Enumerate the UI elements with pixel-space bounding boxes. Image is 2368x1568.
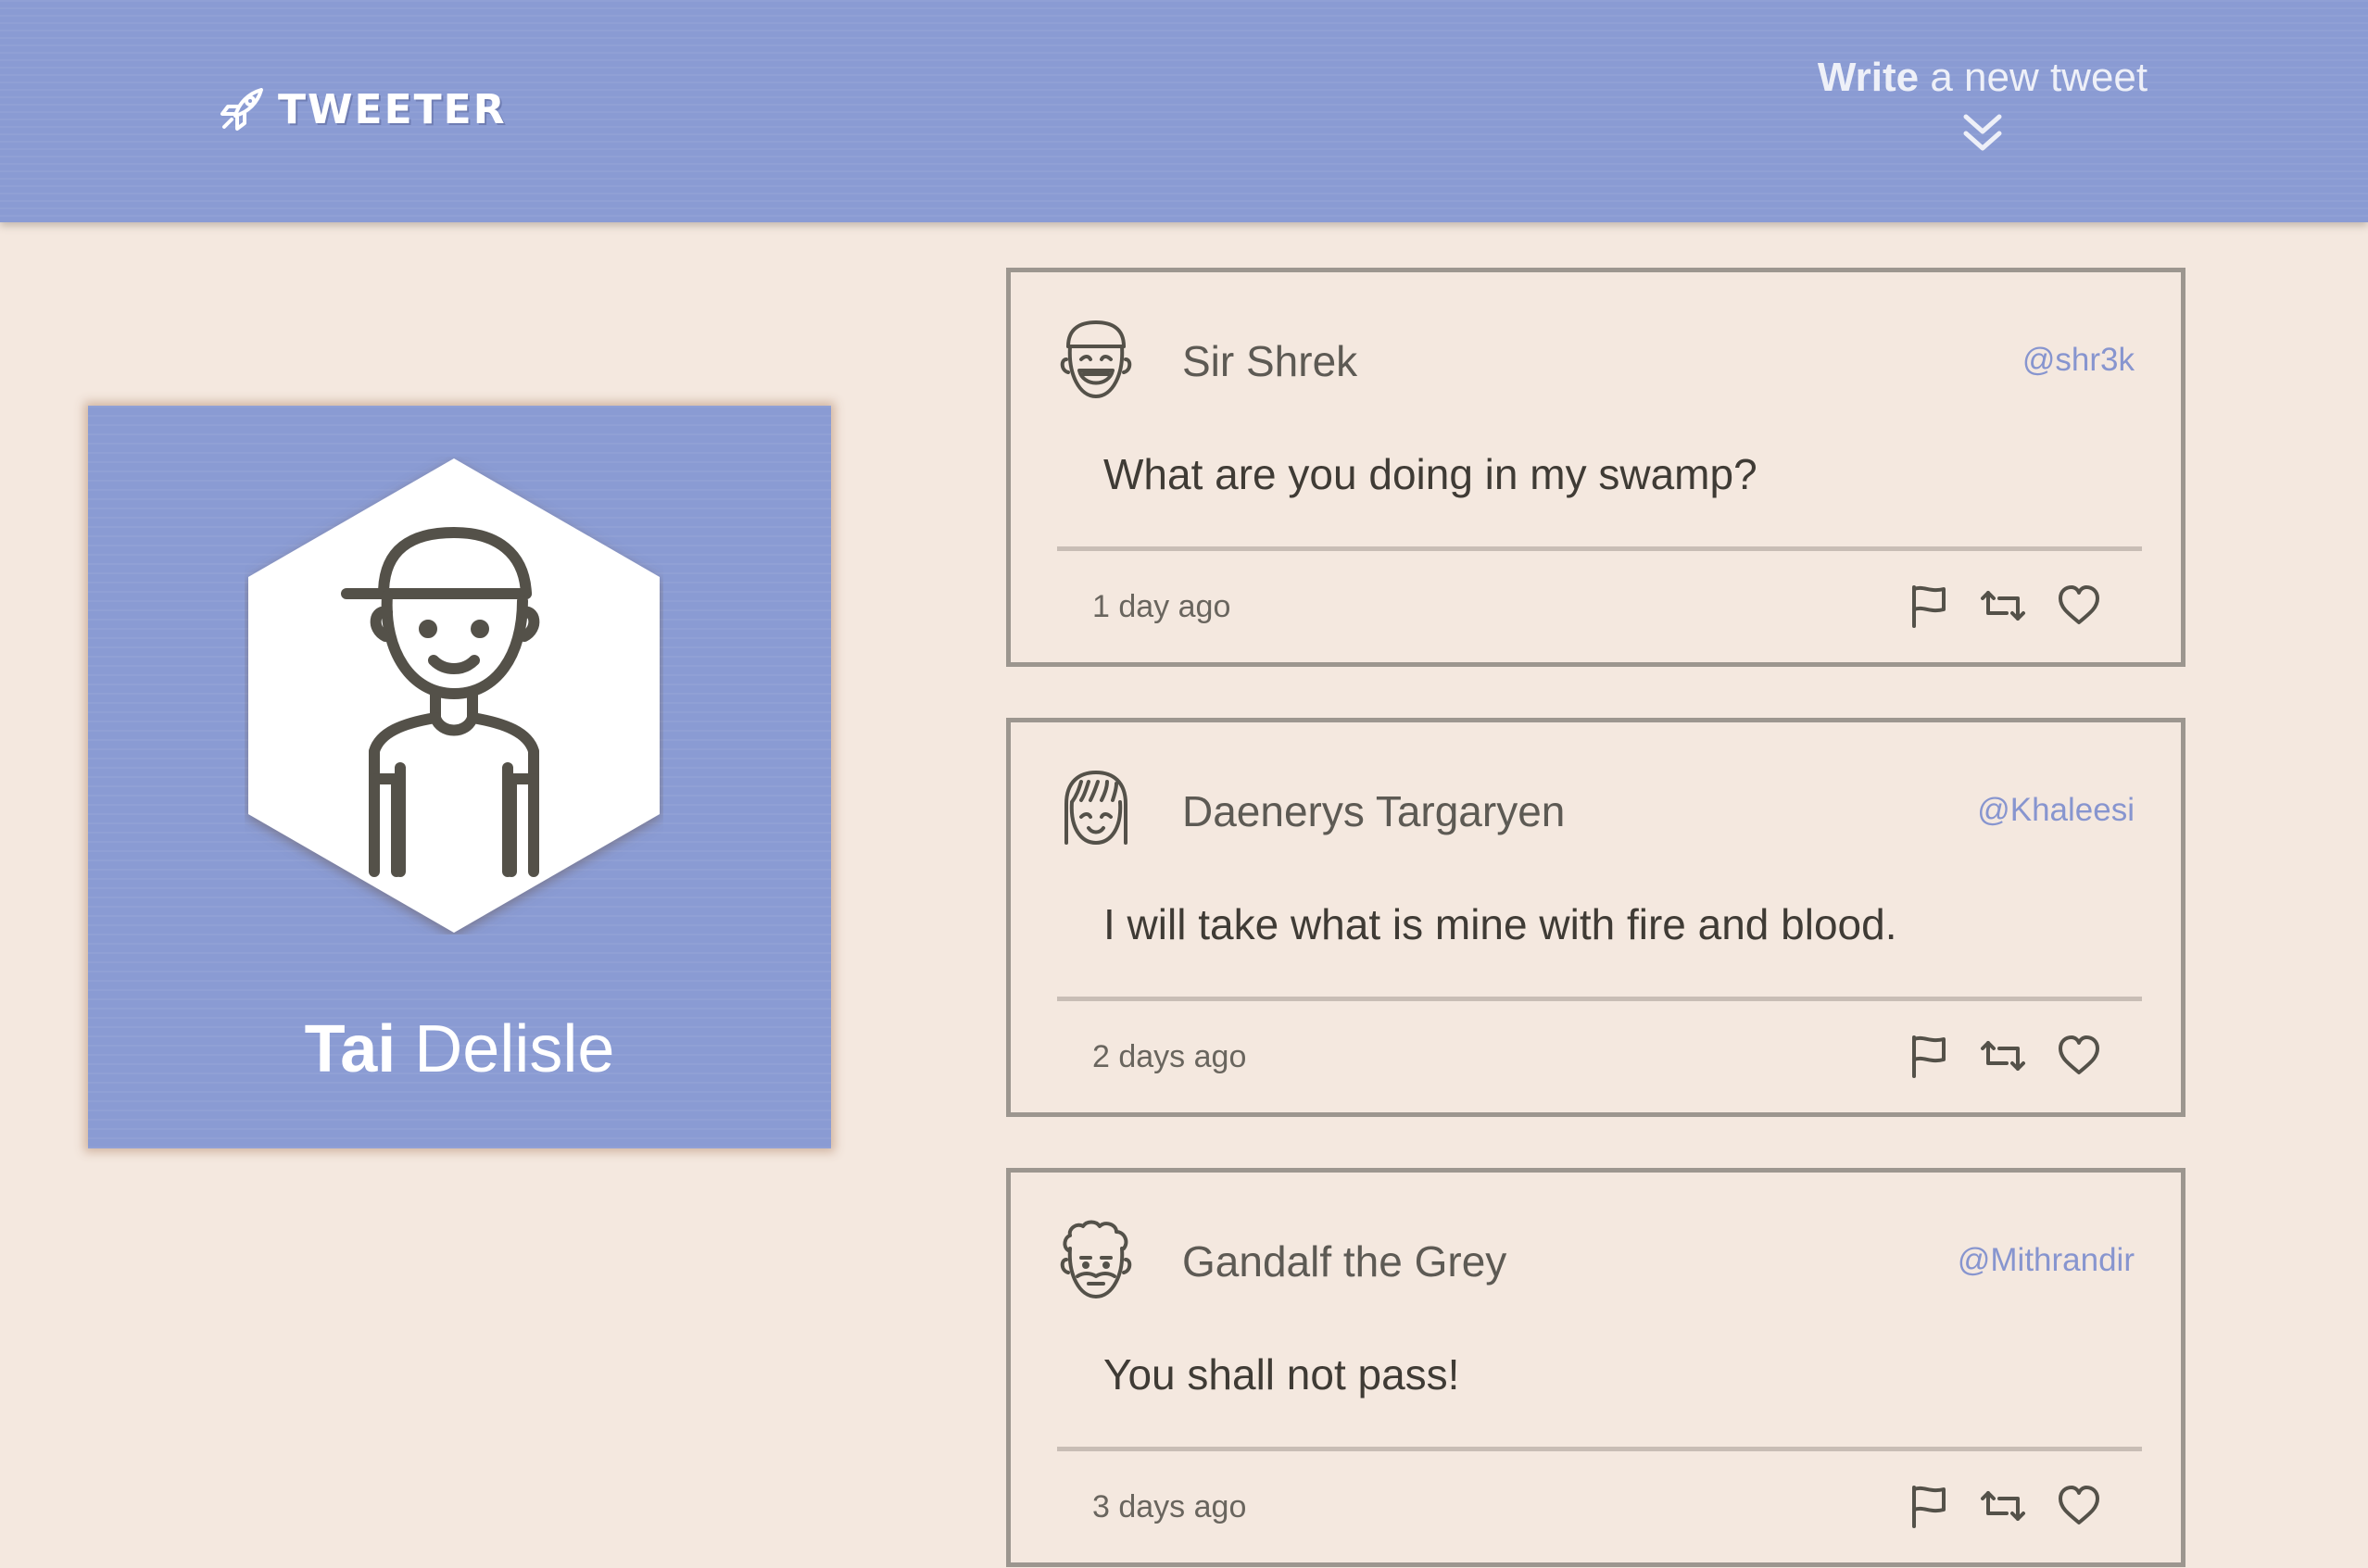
tweet-actions bbox=[1905, 1032, 2109, 1084]
profile-last-name: Delisle bbox=[396, 1012, 615, 1086]
tweet-card: Gandalf the Grey @Mithrandir You shall n… bbox=[1006, 1168, 2185, 1567]
double-chevron-down-icon bbox=[1962, 111, 2003, 154]
heart-icon[interactable] bbox=[2055, 1032, 2103, 1080]
tweet-text: You shall not pass! bbox=[1103, 1350, 1460, 1399]
flag-icon[interactable] bbox=[1905, 1482, 1953, 1530]
tweet-text: What are you doing in my swamp? bbox=[1103, 450, 1757, 498]
tweet-divider bbox=[1057, 546, 2142, 551]
retweet-icon[interactable] bbox=[1979, 1482, 2027, 1530]
tweet-timestamp: 2 days ago bbox=[1092, 1039, 1247, 1074]
tweet-author[interactable]: Sir Shrek bbox=[1182, 335, 1357, 387]
tweet-actions bbox=[1905, 582, 2109, 633]
curly-haired-man-icon bbox=[1059, 1219, 1133, 1300]
tweet-actions bbox=[1905, 1482, 2109, 1534]
retweet-icon[interactable] bbox=[1979, 582, 2027, 630]
compose-label-rest: a new tweet bbox=[1919, 55, 2148, 100]
girl-with-bangs-icon bbox=[1059, 769, 1133, 850]
compose-tweet-toggle[interactable]: Write a new tweet bbox=[1760, 48, 2205, 154]
tweet-author[interactable]: Gandalf the Grey bbox=[1182, 1236, 1506, 1287]
tweet-text: I will take what is mine with fire and b… bbox=[1103, 900, 1897, 948]
flag-icon[interactable] bbox=[1905, 1032, 1953, 1080]
heart-icon[interactable] bbox=[2055, 582, 2103, 630]
profile-name: Tai Delisle bbox=[88, 1012, 831, 1086]
profile-avatar bbox=[245, 457, 663, 935]
profile-card: Tai Delisle bbox=[88, 406, 831, 1148]
tweet-timestamp: 1 day ago bbox=[1092, 589, 1231, 624]
heart-icon[interactable] bbox=[2055, 1482, 2103, 1530]
tweet-handle[interactable]: @Khaleesi bbox=[1977, 789, 2135, 832]
flag-icon[interactable] bbox=[1905, 582, 1953, 630]
brand-name: TWEETER bbox=[278, 85, 507, 133]
rocket-icon bbox=[219, 86, 265, 132]
brand-logo[interactable]: TWEETER bbox=[219, 82, 507, 137]
smiling-man-icon bbox=[1059, 319, 1133, 400]
tweet-card: Daenerys Targaryen @Khaleesi I will take… bbox=[1006, 718, 2185, 1117]
tweet-handle[interactable]: @Mithrandir bbox=[1958, 1239, 2135, 1282]
retweet-icon[interactable] bbox=[1979, 1032, 2027, 1080]
tweet-handle[interactable]: @shr3k bbox=[2022, 339, 2135, 382]
tweet-divider bbox=[1057, 997, 2142, 1001]
tweet-card: Sir Shrek @shr3k What are you doing in m… bbox=[1006, 268, 2185, 667]
tweet-timestamp: 3 days ago bbox=[1092, 1489, 1247, 1524]
profile-first-name: Tai bbox=[304, 1012, 397, 1086]
compose-label: Write a new tweet bbox=[1760, 48, 2205, 107]
tweet-author[interactable]: Daenerys Targaryen bbox=[1182, 785, 1565, 837]
compose-label-bold: Write bbox=[1817, 55, 1920, 100]
top-nav: TWEETER Write a new tweet bbox=[0, 0, 2368, 222]
tweet-divider bbox=[1057, 1447, 2142, 1451]
